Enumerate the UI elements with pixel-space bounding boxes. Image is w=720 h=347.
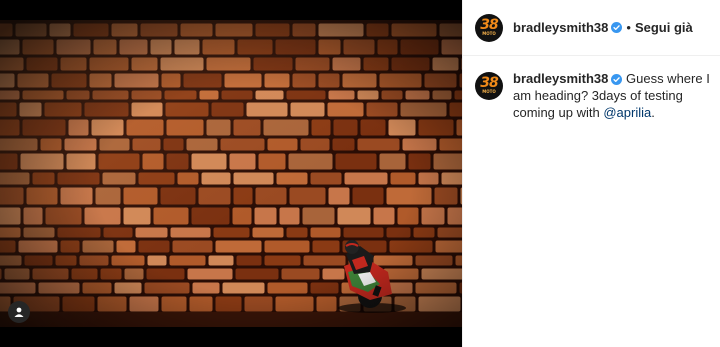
avatar-subtext: MOTO [482, 30, 496, 36]
caption-username[interactable]: bradleysmith38 [513, 71, 608, 86]
verified-badge-icon [611, 22, 623, 33]
caption-comment: 38 MOTO bradleysmith38 Guess where I am … [463, 56, 720, 121]
verified-badge-icon [611, 74, 623, 86]
following-button[interactable]: Segui già [635, 20, 693, 35]
post-header: 38 MOTO bradleysmith38 • Segui già [463, 0, 720, 56]
letterbox-bottom [0, 327, 462, 347]
avatar[interactable]: 38 MOTO [475, 72, 503, 100]
mention-link[interactable]: @aprilia [603, 105, 651, 120]
post-media[interactable] [0, 0, 462, 347]
post-side-panel: 38 MOTO bradleysmith38 • Segui già 38 MO… [462, 0, 720, 347]
separator-dot: • [626, 20, 631, 35]
avatar-subtext: MOTO [482, 89, 496, 94]
instagram-post: 38 MOTO bradleysmith38 • Segui già 38 MO… [0, 0, 720, 347]
letterbox-top [0, 0, 462, 20]
caption-text-end: . [651, 105, 655, 120]
user-tag-icon[interactable] [8, 301, 30, 323]
header-username[interactable]: bradleysmith38 [513, 20, 608, 35]
avatar[interactable]: 38 MOTO [475, 13, 503, 42]
post-photo [0, 0, 462, 347]
caption-body: bradleysmith38 Guess where I am heading?… [513, 70, 713, 121]
